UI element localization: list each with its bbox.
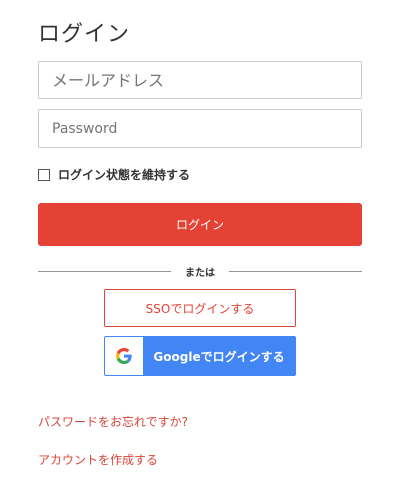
sso-login-button[interactable]: SSOでログインする — [104, 289, 296, 327]
page-title: ログイン — [38, 22, 131, 47]
remember-checkbox[interactable] — [38, 168, 50, 181]
remember-label: ログイン状態を維持する — [58, 168, 191, 182]
divider-line-right — [229, 270, 362, 272]
or-divider: または — [38, 263, 362, 279]
remember-me[interactable]: ログイン状態を維持する — [38, 166, 190, 183]
login-page: ログイン ログイン状態を維持する ログイン または SSOでログインする Goo… — [0, 0, 407, 479]
create-account-link[interactable]: アカウントを作成する — [38, 451, 158, 468]
google-icon — [105, 337, 143, 375]
login-button[interactable]: ログイン — [38, 203, 362, 246]
email-field[interactable] — [38, 61, 362, 99]
forgot-password-link[interactable]: パスワードをお忘れですか? — [38, 413, 188, 430]
google-login-button[interactable]: Googleでログインする — [104, 336, 296, 376]
google-login-label: Googleでログインする — [153, 349, 285, 364]
password-field[interactable] — [38, 109, 362, 148]
divider-label: または — [185, 267, 215, 279]
divider-line-left — [38, 270, 171, 272]
